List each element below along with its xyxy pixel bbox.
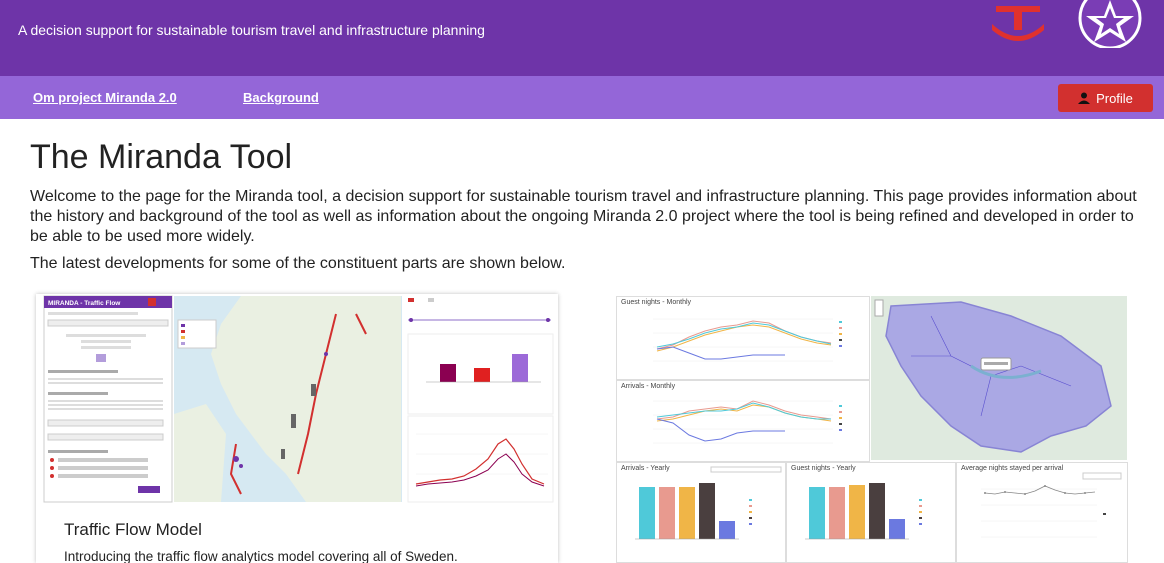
arrivals-monthly-panel: Arrivals - Monthly	[616, 380, 870, 462]
statistics-dashboard-card[interactable]: Guest nights - Monthly Arrivals - Monthl…	[614, 294, 1128, 563]
page-title: The Miranda Tool	[30, 138, 293, 176]
traffic-flow-title: Traffic Flow Model	[64, 520, 202, 539]
guest-nights-monthly-panel: Guest nights - Monthly	[616, 296, 870, 380]
user-icon	[1078, 92, 1091, 104]
arrivals-monthly-chart	[653, 400, 842, 444]
stockholm-map[interactable]	[871, 296, 1127, 460]
profile-button[interactable]: Profile	[1058, 84, 1153, 112]
main-content: The Miranda Tool Welcome to the page for…	[30, 138, 1150, 273]
t-logo-icon[interactable]	[988, 0, 1048, 48]
top-header: A decision support for sustainable touri…	[0, 0, 1164, 76]
site-tagline: A decision support for sustainable touri…	[18, 22, 485, 38]
traffic-flow-card[interactable]: MIRANDA - Traffic Flow Traffic Flow Mode…	[36, 294, 558, 563]
average-nights-panel: Average nights stayed per arrival	[956, 462, 1128, 563]
arrivals-yearly-chart	[635, 466, 782, 540]
guest-nights-yearly-chart	[805, 483, 922, 540]
traffic-flow-description: Introducing the traffic flow analytics m…	[64, 549, 458, 563]
average-nights-chart	[981, 472, 1122, 538]
intro-text: Welcome to the page for the Miranda tool…	[30, 188, 1137, 245]
guest-nights-yearly-panel: Guest nights - Yearly	[786, 462, 956, 563]
arrivals-yearly-panel: Arrivals - Yearly	[616, 462, 786, 563]
traffic-app-title: MIRANDA - Traffic Flow	[48, 300, 121, 307]
traffic-flow-screenshot: MIRANDA - Traffic Flow	[43, 295, 556, 503]
latest-text: The latest developments for some of the …	[30, 255, 566, 272]
profile-label: Profile	[1096, 90, 1133, 106]
nav-bar: Om project Miranda 2.0 Background	[0, 76, 1164, 119]
nav-link-om-project[interactable]: Om project Miranda 2.0	[33, 90, 177, 105]
guest-nights-monthly-chart	[653, 318, 842, 362]
star-logo-icon[interactable]	[1070, 0, 1150, 48]
nav-link-background[interactable]: Background	[243, 90, 319, 105]
